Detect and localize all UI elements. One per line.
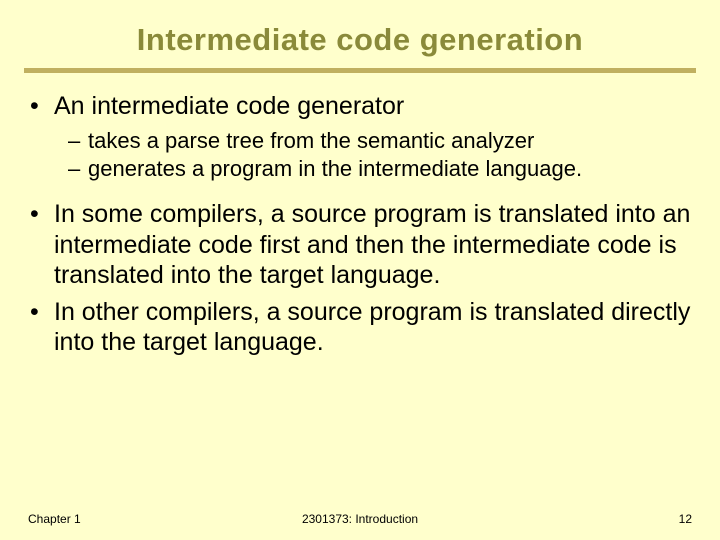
dash-icon: – xyxy=(68,156,88,183)
sub-bullet-text: takes a parse tree from the semantic ana… xyxy=(88,128,692,155)
bullet-item: • In some compilers, a source program is… xyxy=(28,199,692,291)
dash-icon: – xyxy=(68,128,88,155)
footer-left: Chapter 1 xyxy=(28,512,81,526)
slide-title: Intermediate code generation xyxy=(28,22,692,58)
sub-bullet-item: – takes a parse tree from the semantic a… xyxy=(68,128,692,155)
bullet-dot-icon: • xyxy=(28,297,54,358)
footer-center: 2301373: Introduction xyxy=(302,512,418,526)
title-underline xyxy=(24,68,696,73)
bullet-text: In some compilers, a source program is t… xyxy=(54,199,692,291)
footer-page-number: 12 xyxy=(679,512,692,526)
sub-bullet-text: generates a program in the intermediate … xyxy=(88,156,692,183)
bullet-text: In other compilers, a source program is … xyxy=(54,297,692,358)
bullet-dot-icon: • xyxy=(28,199,54,291)
slide-body: • An intermediate code generator – takes… xyxy=(28,91,692,358)
sub-bullet-item: – generates a program in the intermediat… xyxy=(68,156,692,183)
bullet-item: • An intermediate code generator xyxy=(28,91,692,122)
slide-footer: Chapter 1 2301373: Introduction 12 xyxy=(28,512,692,526)
bullet-text: An intermediate code generator xyxy=(54,91,692,122)
bullet-item: • In other compilers, a source program i… xyxy=(28,297,692,358)
bullet-dot-icon: • xyxy=(28,91,54,122)
